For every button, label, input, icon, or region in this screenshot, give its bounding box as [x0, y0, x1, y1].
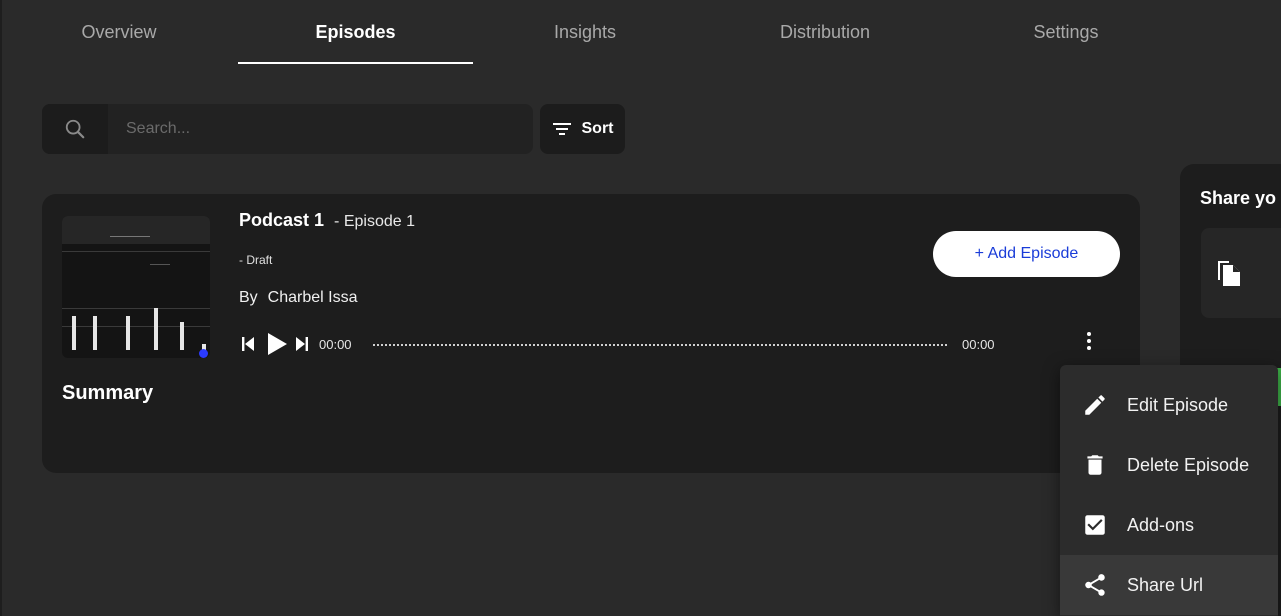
episode-status: - Draft: [239, 253, 273, 267]
summary-heading: Summary: [62, 382, 154, 404]
menu-item-delete-episode[interactable]: Delete Episode: [1060, 435, 1278, 495]
search-icon[interactable]: [42, 104, 108, 154]
episode-number: - Episode 1: [334, 213, 415, 230]
author-line: By Charbel Issa: [239, 289, 358, 307]
search-bar: [42, 104, 533, 154]
copy-icon: [1218, 261, 1240, 286]
tab-distribution[interactable]: Distribution: [697, 0, 953, 64]
tab-insights[interactable]: Insights: [473, 0, 697, 64]
episode-title: Podcast 1 - Episode 1: [239, 210, 415, 231]
skip-back-icon[interactable]: [239, 336, 257, 352]
checkbox-icon: [1082, 512, 1108, 538]
sort-button[interactable]: Sort: [540, 104, 625, 154]
menu-item-edit-episode[interactable]: Edit Episode: [1060, 375, 1278, 435]
total-time: 00:00: [962, 336, 995, 352]
menu-item-label: Share Url: [1127, 574, 1204, 595]
author-prefix: By: [239, 289, 258, 306]
menu-item-label: Add-ons: [1127, 514, 1195, 535]
trash-icon: [1082, 452, 1108, 478]
filter-icon: [552, 123, 571, 135]
share-panel-title: Share yo: [1200, 188, 1277, 208]
tab-episodes[interactable]: Episodes: [238, 0, 473, 64]
progress-track[interactable]: [373, 344, 947, 346]
menu-item-label: Delete Episode: [1127, 454, 1250, 475]
skip-forward-icon[interactable]: [295, 336, 309, 352]
menu-item-label: Edit Episode: [1127, 394, 1229, 415]
current-time: 00:00: [319, 336, 352, 352]
author-name: Charbel Issa: [267, 289, 358, 306]
pencil-icon: [1082, 392, 1108, 418]
sort-label: Sort: [581, 120, 614, 137]
more-options-icon[interactable]: [1079, 328, 1099, 354]
share-icon: [1082, 572, 1108, 598]
episode-thumbnail[interactable]: [62, 216, 210, 358]
episode-card: Summary Podcast 1 - Episode 1 - Draft By…: [42, 194, 1140, 473]
menu-item-add-ons[interactable]: Add-ons: [1060, 495, 1278, 555]
tab-settings[interactable]: Settings: [953, 0, 1179, 64]
window-edge: [0, 0, 2, 616]
menu-item-share-url[interactable]: Share Url: [1060, 555, 1278, 615]
tab-overview[interactable]: Overview: [0, 0, 238, 64]
audio-player: 00:00 00:00: [239, 332, 999, 356]
episode-options-menu: Edit Episode Delete Episode Add-ons Shar…: [1060, 365, 1278, 616]
podcast-name: Podcast 1: [239, 210, 325, 230]
play-icon[interactable]: [267, 333, 287, 355]
tab-bar: Overview Episodes Insights Distribution …: [0, 0, 1281, 64]
add-episode-button[interactable]: + Add Episode: [933, 231, 1120, 277]
copy-link-button[interactable]: [1201, 228, 1281, 318]
search-input[interactable]: [108, 104, 533, 154]
